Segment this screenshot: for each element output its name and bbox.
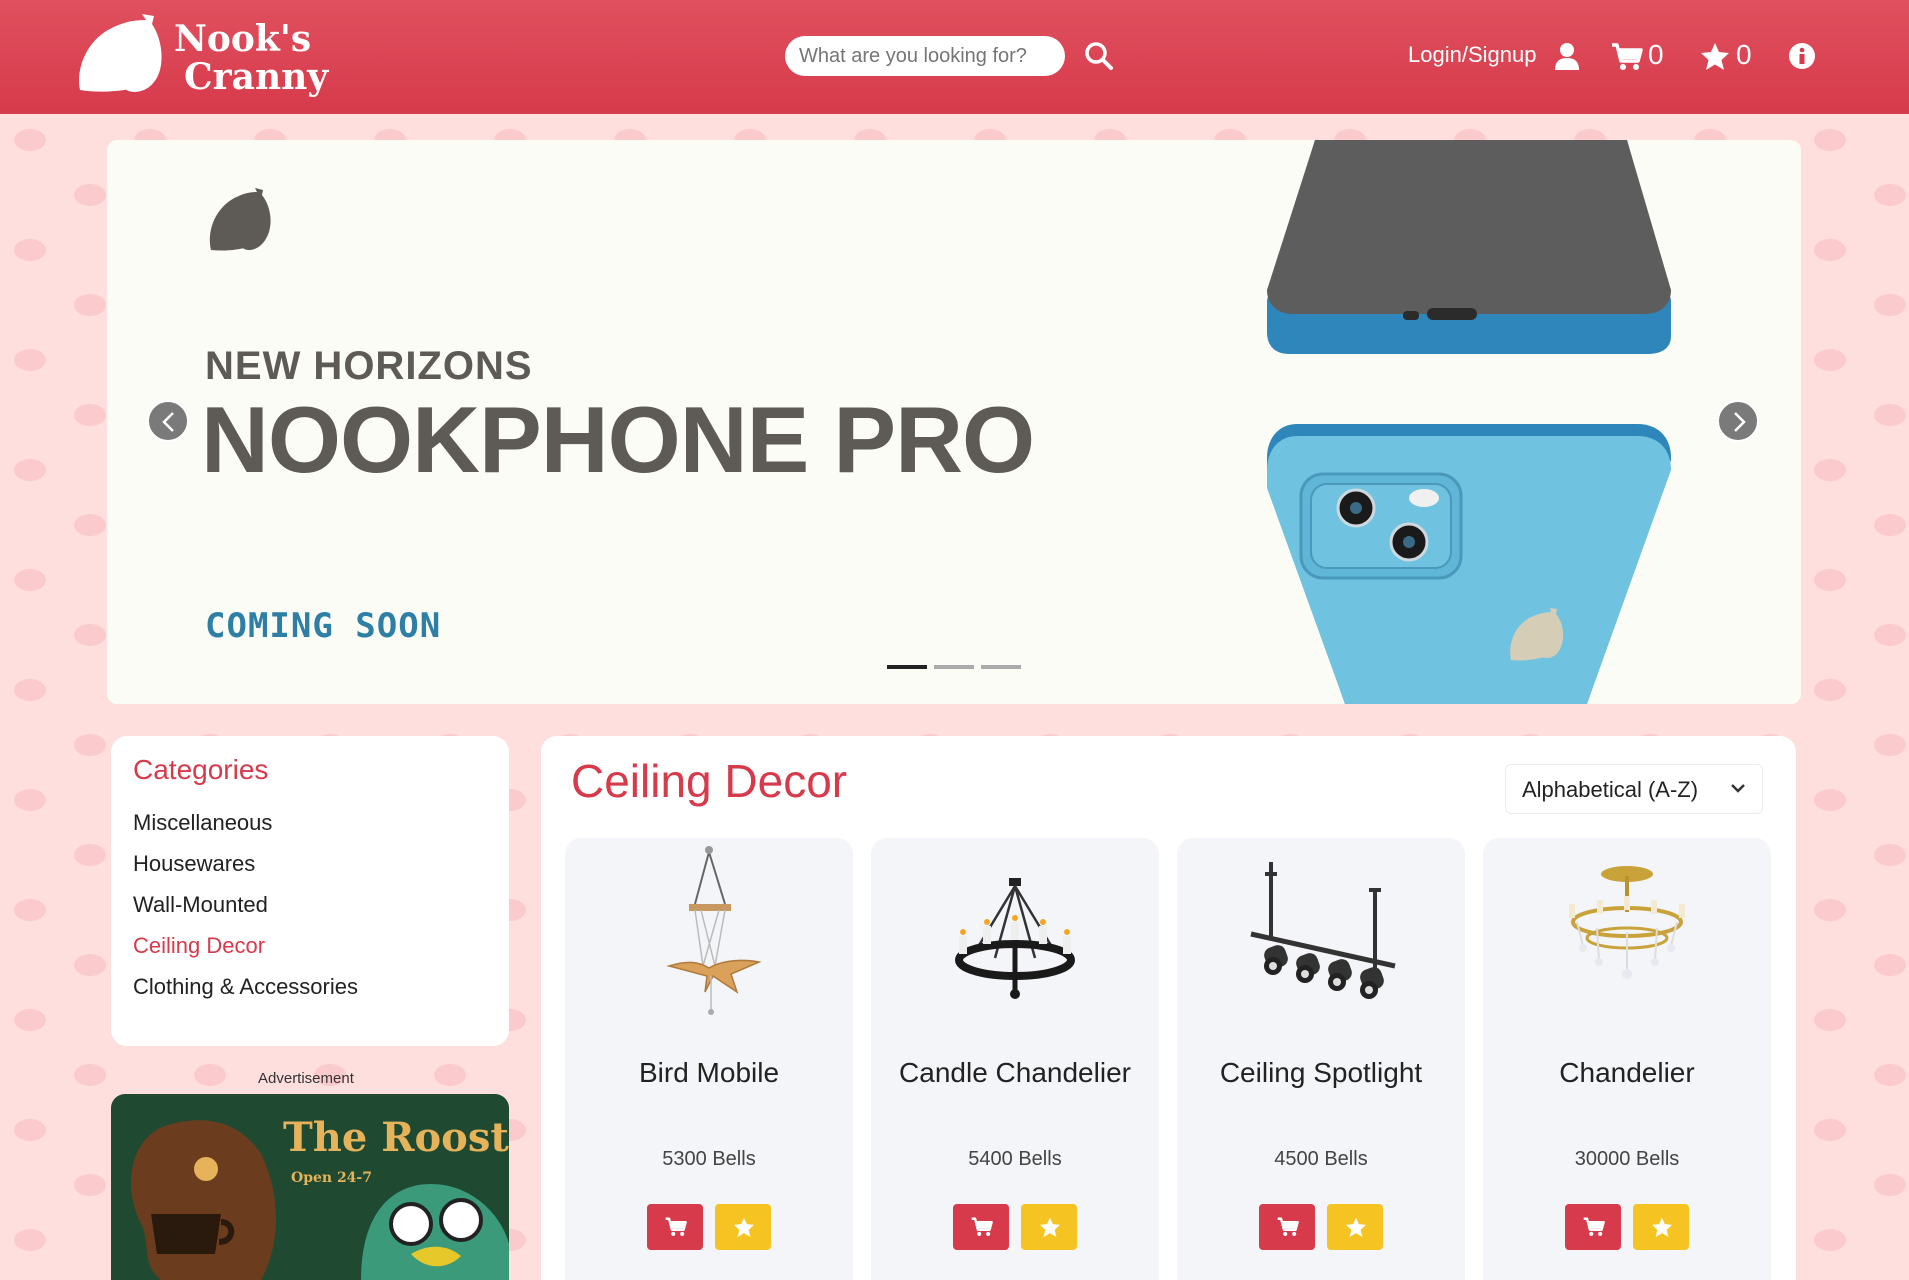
banner-title: NOOKPHONE PRO — [201, 387, 1035, 492]
carousel-indicator-2[interactable] — [934, 665, 974, 669]
sort-dropdown[interactable]: Alphabetical (A-Z) — [1505, 764, 1763, 814]
carousel-next-button[interactable] — [1717, 400, 1759, 442]
banner-subtitle: NEW HORIZONS — [205, 344, 533, 388]
product-price: 5400 Bells — [968, 1148, 1062, 1170]
cart-icon — [1277, 1217, 1299, 1236]
add-to-favorites-button[interactable] — [715, 1204, 771, 1250]
add-to-favorites-button[interactable] — [1021, 1204, 1077, 1250]
leaf-logo-icon — [79, 14, 162, 92]
advertisement-label: Advertisement — [258, 1070, 354, 1087]
site-header: Nook's Cranny Login/Signup 0 0 — [0, 0, 1909, 114]
product-price: 5300 Bells — [662, 1148, 756, 1170]
carousel-indicator-3[interactable] — [981, 665, 1021, 669]
chandelier-icon — [1569, 866, 1685, 979]
nookphone-image — [1267, 140, 1671, 704]
cart-icon[interactable] — [1611, 43, 1643, 75]
product-card[interactable]: Chandelier 30000 Bells — [1483, 838, 1771, 1280]
logo-line-2: Cranny — [184, 56, 329, 98]
leaf-icon — [207, 188, 275, 258]
cart-icon — [665, 1217, 687, 1236]
product-card[interactable]: Candle Chandelier 5400 Bells — [871, 838, 1159, 1280]
site-logo[interactable]: Nook's Cranny — [74, 14, 334, 104]
advertisement-banner[interactable]: The Roost Open 24-7 — [111, 1094, 509, 1280]
categories-panel: Categories Miscellaneous Housewares Wall… — [111, 736, 509, 1046]
bird-mobile-icon — [666, 846, 762, 1015]
ad-subtitle: Open 24-7 — [291, 1170, 372, 1186]
category-ceiling-decor[interactable]: Ceiling Decor — [133, 933, 265, 959]
user-icon[interactable] — [1554, 42, 1580, 74]
ad-title: The Roost — [283, 1114, 509, 1161]
product-price: 30000 Bells — [1574, 1148, 1680, 1170]
chevron-left-icon — [162, 412, 174, 432]
star-icon — [1652, 1217, 1672, 1237]
star-icon — [734, 1217, 754, 1237]
add-to-cart-button[interactable] — [647, 1204, 703, 1250]
promo-carousel[interactable]: NEW HORIZONS NOOKPHONE PRO COMING SOON — [107, 140, 1801, 704]
product-price: 4500 Bells — [1274, 1148, 1368, 1170]
add-to-cart-button[interactable] — [953, 1204, 1009, 1250]
carousel-prev-button[interactable] — [147, 400, 189, 442]
star-icon — [1040, 1217, 1060, 1237]
add-to-favorites-button[interactable] — [1327, 1204, 1383, 1250]
search-input[interactable] — [785, 36, 1065, 76]
star-icon — [1346, 1217, 1366, 1237]
product-name[interactable]: Chandelier — [1483, 1057, 1771, 1089]
cart-icon — [1583, 1217, 1605, 1236]
product-card[interactable]: Bird Mobile 5300 Bells — [565, 838, 853, 1280]
product-name[interactable]: Bird Mobile — [565, 1057, 853, 1089]
cart-icon — [971, 1217, 993, 1236]
cart-count[interactable]: 0 — [1648, 38, 1664, 72]
ceiling-spotlight-icon — [1250, 862, 1396, 999]
products-panel: Ceiling Decor Alphabetical (A-Z) Bird Mo… — [541, 736, 1796, 1280]
categories-title: Categories — [133, 754, 269, 785]
product-name[interactable]: Ceiling Spotlight — [1177, 1057, 1465, 1089]
category-housewares[interactable]: Housewares — [133, 851, 255, 877]
category-miscellaneous[interactable]: Miscellaneous — [133, 810, 272, 836]
chevron-down-icon — [1731, 784, 1745, 793]
carousel-indicator-1[interactable] — [887, 665, 927, 669]
info-icon[interactable] — [1788, 42, 1816, 74]
carousel-indicators — [887, 665, 1021, 671]
add-to-cart-button[interactable] — [1565, 1204, 1621, 1250]
search-icon[interactable] — [1084, 41, 1114, 75]
login-signup-link[interactable]: Login/Signup — [1408, 40, 1536, 70]
candle-chandelier-icon — [955, 878, 1075, 999]
add-to-cart-button[interactable] — [1259, 1204, 1315, 1250]
sort-dropdown-value: Alphabetical (A-Z) — [1522, 777, 1699, 802]
product-name[interactable]: Candle Chandelier — [871, 1057, 1159, 1089]
logo-wordmark: Nook's Cranny — [174, 20, 328, 96]
category-clothing-accessories[interactable]: Clothing & Accessories — [133, 974, 358, 1000]
category-wall-mounted[interactable]: Wall-Mounted — [133, 892, 268, 918]
favorites-count[interactable]: 0 — [1736, 38, 1752, 72]
category-heading: Ceiling Decor — [571, 755, 848, 807]
chevron-right-icon — [1734, 412, 1746, 432]
add-to-favorites-button[interactable] — [1633, 1204, 1689, 1250]
logo-line-1: Nook's — [174, 18, 312, 60]
star-icon[interactable] — [1700, 42, 1730, 74]
product-card[interactable]: Ceiling Spotlight 4500 Bells — [1177, 838, 1465, 1280]
banner-tagline: COMING SOON — [205, 606, 442, 646]
